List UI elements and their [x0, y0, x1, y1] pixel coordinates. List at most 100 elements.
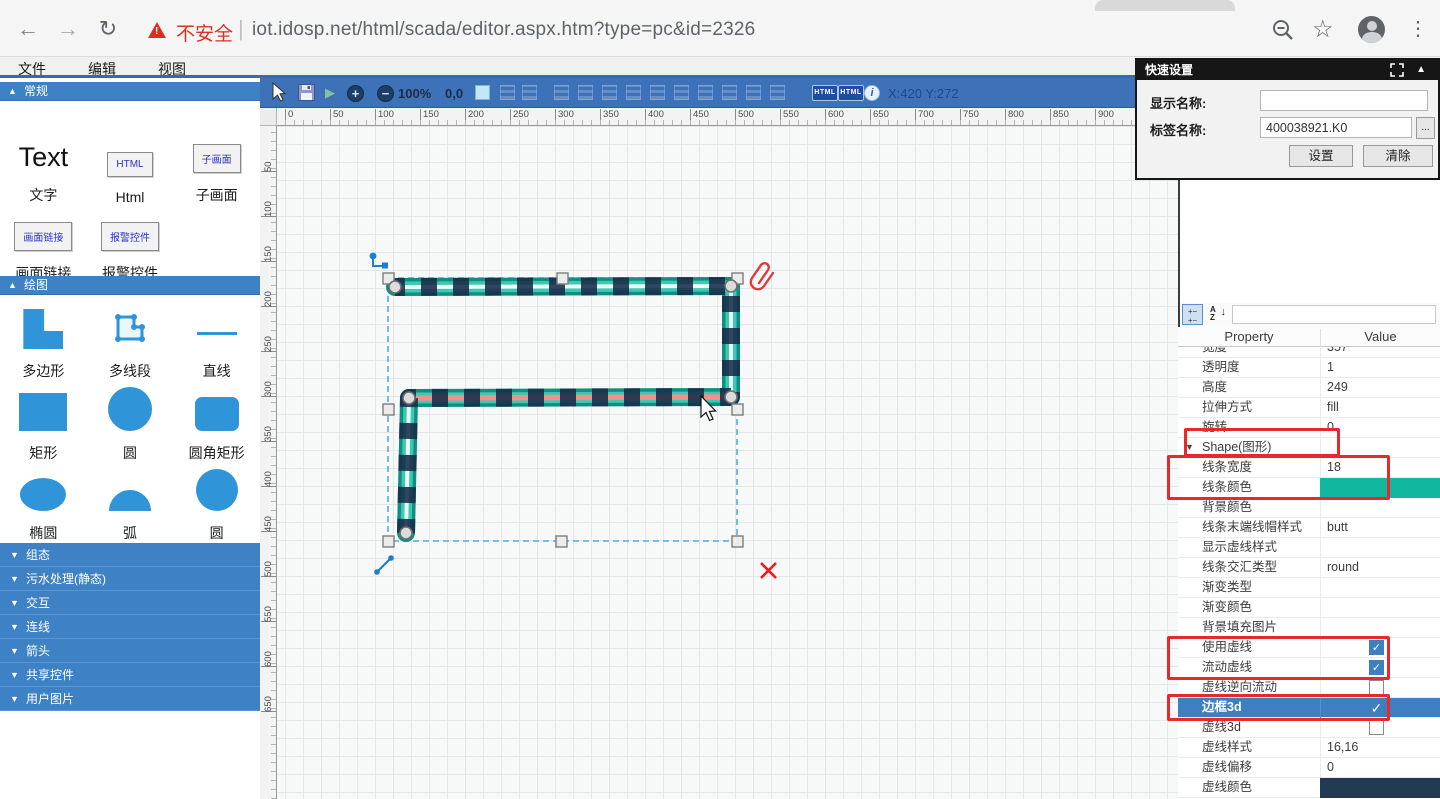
save-icon[interactable]	[298, 84, 315, 101]
tool-polygon[interactable]: 多边形	[22, 303, 64, 381]
property-row[interactable]: 线条交汇类型round	[1178, 558, 1440, 578]
subscreen-tool-preview[interactable]: 子画面	[193, 144, 241, 173]
attach-paperclip-icon[interactable]	[751, 263, 773, 289]
quick-settings-header[interactable]: 快速设置 ▲	[1137, 60, 1438, 80]
text-tool-preview[interactable]: Text	[19, 142, 69, 173]
align-top-icon[interactable]	[626, 85, 641, 100]
property-row[interactable]: 线条宽度18	[1178, 458, 1440, 478]
tag-name-input[interactable]	[1260, 117, 1412, 138]
property-row[interactable]: 旋转0	[1178, 418, 1440, 438]
tool-arc[interactable]: 弧	[109, 463, 151, 543]
same-width-icon[interactable]	[698, 85, 713, 100]
delete-x-icon[interactable]	[761, 563, 776, 578]
tool-html[interactable]: HTML Html	[107, 105, 152, 205]
property-row[interactable]: 拉伸方式fill	[1178, 398, 1440, 418]
menu-view[interactable]: 视图	[158, 59, 186, 79]
zoom-out-icon[interactable]: −	[377, 85, 394, 102]
menu-edit[interactable]: 编辑	[88, 59, 116, 79]
forward-icon[interactable]: →	[54, 16, 82, 42]
tool-screen-link[interactable]: 画面链接 画面链接	[14, 205, 72, 283]
browser-tab[interactable]	[1095, 0, 1235, 11]
tool-polyline[interactable]: 多线段	[108, 303, 152, 381]
checkbox[interactable]: ✓	[1369, 700, 1384, 715]
section-header-gongxiang[interactable]: ▼共享控件	[0, 663, 260, 687]
checkbox[interactable]: ✓	[1369, 660, 1384, 675]
tool-ellipse[interactable]: 椭圆	[20, 463, 66, 543]
tool-line[interactable]: 直线	[197, 303, 237, 381]
html-tool-preview[interactable]: HTML	[107, 152, 152, 177]
section-header-draw[interactable]: ▲ 绘图	[0, 276, 260, 295]
line-mode-icon[interactable]	[374, 555, 394, 575]
tool-text[interactable]: Text 文字	[19, 105, 69, 205]
tool-circle[interactable]: 圆	[108, 381, 152, 463]
section-header-wushui[interactable]: ▼污水处理(静态)	[0, 567, 260, 591]
browser-menu-icon[interactable]: ⋮	[1408, 16, 1428, 41]
same-height-icon[interactable]	[722, 85, 737, 100]
distribute-h-icon[interactable]	[746, 85, 761, 100]
property-row[interactable]: 背景颜色	[1178, 498, 1440, 518]
zoom-indicator-icon[interactable]	[1272, 19, 1294, 41]
zoom-in-icon[interactable]: +	[347, 85, 364, 102]
clear-button[interactable]: 清除	[1363, 145, 1433, 167]
property-row[interactable]: 虚线颜色	[1178, 778, 1440, 798]
align-right-icon[interactable]	[602, 85, 617, 100]
property-row[interactable]: 线条颜色	[1178, 478, 1440, 498]
property-row[interactable]: 线条末端线帽样式butt	[1178, 518, 1440, 538]
group-icon[interactable]	[500, 85, 515, 100]
html-export-icon[interactable]: HTML	[812, 85, 838, 101]
dock-icon[interactable]	[1390, 63, 1404, 77]
selection-handles[interactable]	[383, 273, 743, 547]
design-canvas[interactable]	[277, 126, 1178, 799]
select-cursor-icon[interactable]	[270, 82, 286, 102]
set-button[interactable]: 设置	[1289, 145, 1353, 167]
checkbox[interactable]: ✓	[1369, 640, 1384, 655]
section-header-general[interactable]: ▲ 常规	[0, 82, 260, 101]
align-middle-icon[interactable]	[650, 85, 665, 100]
property-row[interactable]: 渐变类型	[1178, 578, 1440, 598]
back-icon[interactable]: ←	[14, 16, 42, 42]
screen-link-tool-preview[interactable]: 画面链接	[14, 222, 72, 251]
property-row[interactable]: 显示虚线样式	[1178, 538, 1440, 558]
expander-icon[interactable]: ▼	[1185, 438, 1194, 457]
menu-file[interactable]: 文件	[18, 59, 46, 79]
canvas-settings-icon[interactable]	[475, 85, 490, 100]
align-left-icon[interactable]	[554, 85, 569, 100]
section-header-zutai[interactable]: ▼组态	[0, 543, 260, 567]
sort-az-icon[interactable]: AZ ↓	[1207, 304, 1228, 325]
property-row[interactable]: 虚线偏移0	[1178, 758, 1440, 778]
tool-alarm-control[interactable]: 报警控件 报警控件	[101, 205, 159, 283]
run-icon[interactable]: ▶	[325, 85, 335, 101]
align-center-icon[interactable]	[578, 85, 593, 100]
tool-rectangle[interactable]: 矩形	[19, 381, 67, 463]
property-row[interactable]: 使用虚线✓	[1178, 638, 1440, 658]
property-row[interactable]: 流动虚线✓	[1178, 658, 1440, 678]
property-row[interactable]: 宽度357	[1178, 347, 1440, 358]
display-name-input[interactable]	[1260, 90, 1428, 111]
html-preview-icon[interactable]: HTML	[838, 85, 864, 101]
checkbox[interactable]	[1369, 720, 1384, 735]
property-row[interactable]: 虚线逆向流动	[1178, 678, 1440, 698]
address-bar-url[interactable]: iot.idosp.net/html/scada/editor.aspx.htm…	[252, 19, 755, 41]
property-row[interactable]: 虚线样式16,16	[1178, 738, 1440, 758]
vertex-nodes[interactable]	[389, 280, 737, 539]
property-row[interactable]: 透明度1	[1178, 358, 1440, 378]
property-row[interactable]: 边框3d✓	[1178, 698, 1440, 718]
tool-subscreen[interactable]: 子画面 子画面	[193, 105, 241, 205]
security-warning-label[interactable]: 不安全	[176, 19, 233, 46]
edit-points-icon[interactable]	[370, 253, 388, 269]
property-row[interactable]: ▼Shape(图形)	[1178, 438, 1440, 458]
reload-icon[interactable]: ↻	[94, 16, 122, 42]
profile-avatar[interactable]	[1358, 16, 1385, 43]
property-filter-input[interactable]	[1232, 305, 1436, 324]
tool-circle-2[interactable]: 圆	[196, 463, 238, 543]
align-bottom-icon[interactable]	[674, 85, 689, 100]
distribute-v-icon[interactable]	[770, 85, 785, 100]
categorize-icon[interactable]: +−+−	[1182, 304, 1203, 325]
property-row[interactable]: 虚线3d	[1178, 718, 1440, 738]
property-row[interactable]: 背景填充图片	[1178, 618, 1440, 638]
section-header-jiantou[interactable]: ▼箭头	[0, 639, 260, 663]
section-header-lianxian[interactable]: ▼连线	[0, 615, 260, 639]
alarm-tool-preview[interactable]: 报警控件	[101, 222, 159, 251]
collapse-panel-icon[interactable]: ▲	[1416, 60, 1426, 80]
tool-rounded-rectangle[interactable]: 圆角矩形	[189, 381, 245, 463]
